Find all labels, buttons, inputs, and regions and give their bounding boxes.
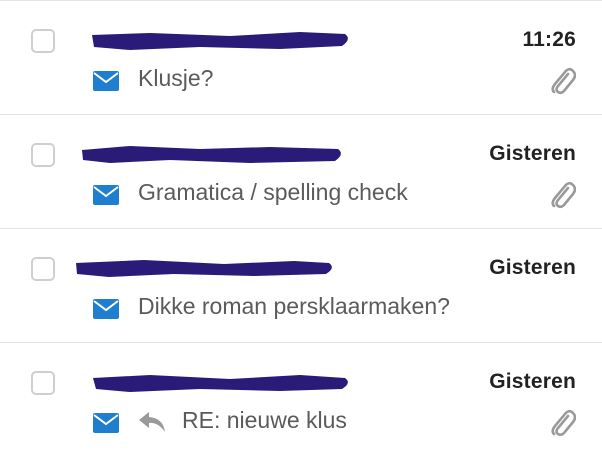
- mail-row[interactable]: 11:26 Klusje?: [0, 1, 602, 115]
- envelope-icon: [93, 71, 119, 91]
- message-subject: Dikke roman persklaarmaken?: [138, 293, 450, 319]
- paperclip-icon: [548, 64, 577, 96]
- mail-list: 11:26 Klusje? Gisteren Gramatica / spell…: [0, 0, 602, 454]
- message-subject: Gramatica / spelling check: [138, 179, 408, 205]
- mail-row[interactable]: Gisteren RE: nieuwe klus: [0, 343, 602, 455]
- sender-redacted: [74, 255, 334, 281]
- select-checkbox[interactable]: [31, 143, 55, 167]
- message-subject: RE: nieuwe klus: [182, 407, 347, 433]
- envelope-icon: [93, 185, 119, 205]
- mail-row[interactable]: Gisteren Dikke roman persklaarmaken?: [0, 229, 602, 343]
- sender-redacted: [80, 141, 341, 167]
- message-date: Gisteren: [489, 370, 576, 393]
- sender-redacted: [90, 27, 350, 53]
- envelope-icon: [93, 299, 119, 319]
- paperclip-icon: [548, 178, 577, 210]
- select-checkbox[interactable]: [31, 29, 55, 53]
- select-checkbox[interactable]: [31, 371, 55, 395]
- sender-redacted: [90, 369, 350, 395]
- message-date: 11:26: [522, 28, 576, 51]
- envelope-icon: [93, 413, 119, 433]
- reply-icon: [138, 410, 166, 434]
- message-date: Gisteren: [489, 256, 576, 279]
- mail-row[interactable]: Gisteren Gramatica / spelling check: [0, 115, 602, 229]
- message-date: Gisteren: [489, 142, 576, 165]
- paperclip-icon: [548, 406, 577, 438]
- select-checkbox[interactable]: [31, 257, 55, 281]
- message-subject: Klusje?: [138, 65, 214, 91]
